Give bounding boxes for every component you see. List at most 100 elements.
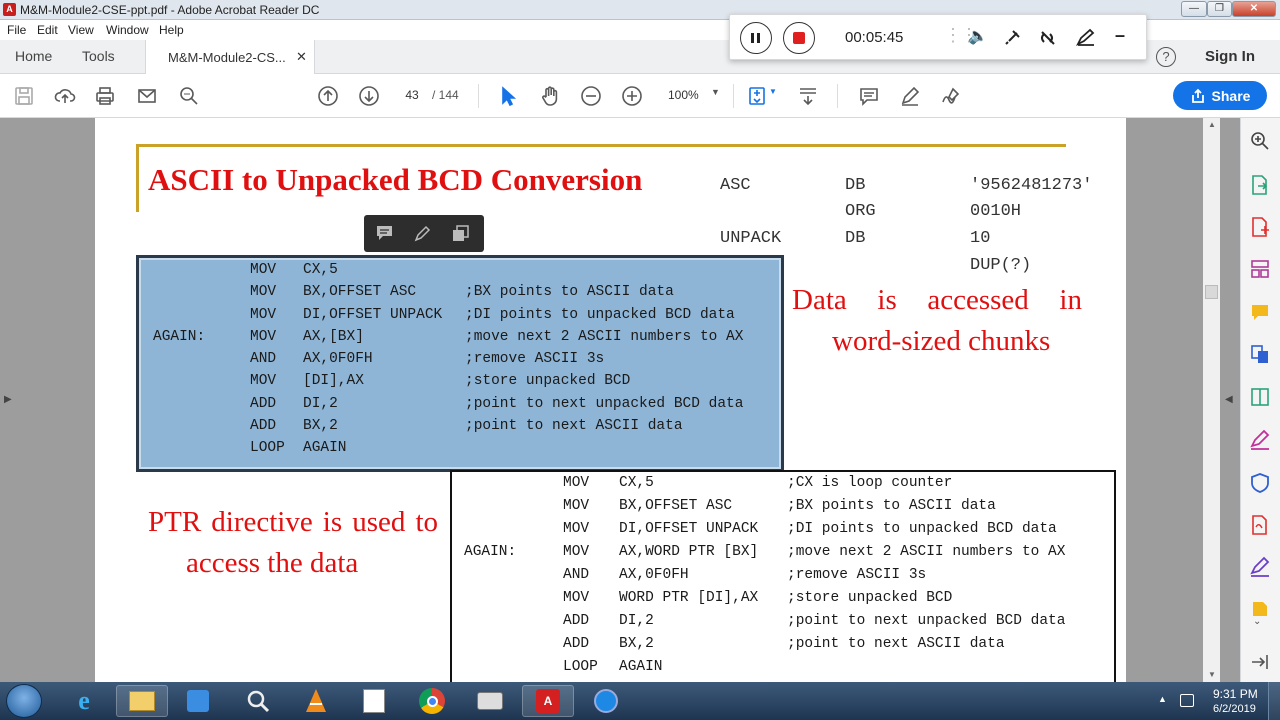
highlight-pen-icon[interactable]: [898, 84, 922, 108]
maximize-button[interactable]: ❐: [1207, 1, 1232, 17]
menu-window[interactable]: Window: [106, 23, 149, 37]
taskbar-media-player-icon[interactable]: [172, 685, 224, 717]
compress-icon[interactable]: [1249, 386, 1271, 408]
stop-button[interactable]: [783, 22, 815, 54]
taskbar-file-explorer-icon[interactable]: [116, 685, 168, 717]
tab-document[interactable]: M&M-Module2-CS... ✕: [145, 40, 315, 74]
protect-shield-icon[interactable]: [1249, 472, 1271, 494]
code-arg: AGAIN: [303, 440, 347, 457]
code-op: MOV: [250, 306, 277, 323]
scroll-mode-icon[interactable]: [796, 84, 820, 108]
page-total: / 144: [432, 88, 459, 102]
help-icon[interactable]: ?: [1156, 47, 1176, 67]
chevron-down-icon[interactable]: ▼: [711, 87, 720, 97]
menu-file[interactable]: File: [7, 23, 26, 37]
page-up-icon[interactable]: [316, 84, 340, 108]
code-arg: BX,OFFSET ASC: [619, 498, 733, 514]
code-op: LOOP: [563, 659, 598, 675]
menu-help[interactable]: Help: [159, 23, 184, 37]
code-op: MOV: [250, 262, 277, 278]
zoom-in-icon[interactable]: [620, 84, 644, 108]
scroll-up-arrow-icon[interactable]: ▲: [1208, 120, 1216, 129]
comment-icon[interactable]: [857, 84, 881, 108]
highlight-pen-icon[interactable]: [414, 225, 432, 242]
code-op: MOV: [250, 328, 277, 345]
code-arg: [DI],AX: [303, 373, 364, 390]
taskbar-chrome-icon[interactable]: [406, 685, 458, 717]
email-icon[interactable]: [135, 84, 159, 108]
pdf-file-icon[interactable]: [1249, 514, 1271, 536]
taskbar-internet-explorer-icon[interactable]: e: [58, 685, 110, 717]
code-op: ADD: [250, 418, 277, 435]
taskbar-window-icon[interactable]: [464, 685, 516, 717]
close-tab-icon[interactable]: ✕: [296, 49, 307, 65]
print-icon[interactable]: [93, 84, 117, 108]
tray-expand-icon[interactable]: ▲: [1158, 694, 1167, 704]
code-comment: ;BX points to ASCII data: [787, 498, 996, 514]
microphone-icon[interactable]: [1004, 28, 1022, 46]
taskbar-document-icon[interactable]: [348, 685, 400, 717]
organize-pages-icon[interactable]: [1249, 258, 1271, 280]
tab-home[interactable]: Home: [15, 48, 52, 64]
decl-directive: DB: [845, 229, 866, 248]
vertical-scrollbar[interactable]: ▲ ▼: [1203, 118, 1220, 682]
close-button[interactable]: ✕: [1232, 1, 1276, 17]
fill-sign-icon[interactable]: [1249, 429, 1271, 451]
menu-view[interactable]: View: [68, 23, 94, 37]
scroll-thumb[interactable]: [1205, 285, 1218, 299]
taskbar-vlc-icon[interactable]: [290, 685, 342, 717]
start-button-icon[interactable]: [6, 684, 42, 718]
collapse-panel-icon[interactable]: [1249, 651, 1271, 673]
chevron-down-icon[interactable]: ▼: [769, 87, 777, 96]
speaker-muted-icon[interactable]: 🔈: [968, 26, 988, 46]
edit-sign-icon[interactable]: [1249, 556, 1271, 578]
webcam-off-icon[interactable]: [1038, 28, 1060, 46]
copy-icon[interactable]: [452, 225, 470, 242]
network-icon[interactable]: [1180, 694, 1194, 707]
clock-date[interactable]: 6/2/2019: [1213, 703, 1256, 715]
pause-button[interactable]: [740, 22, 772, 54]
hand-tool-icon[interactable]: [538, 84, 562, 108]
share-button[interactable]: Share: [1173, 81, 1267, 110]
upload-cloud-icon[interactable]: [53, 84, 77, 108]
combine-files-icon[interactable]: [1249, 343, 1271, 365]
left-panel-toggle-icon[interactable]: ▶: [4, 394, 12, 405]
save-icon[interactable]: [12, 84, 36, 108]
fit-page-icon[interactable]: [746, 84, 770, 108]
taskbar-acrobat-icon[interactable]: A: [522, 685, 574, 717]
taskbar-recorder-icon[interactable]: [580, 685, 632, 717]
page-down-icon[interactable]: [357, 84, 381, 108]
decl-value: 0010H: [970, 202, 1022, 221]
minimize-recorder-icon[interactable]: –: [1115, 25, 1125, 46]
clock-time[interactable]: 9:31 PM: [1213, 687, 1258, 701]
scroll-down-arrow-icon[interactable]: ▼: [1208, 670, 1216, 679]
title-rule-vertical: [136, 144, 139, 212]
code-arg: DI,OFFSET UNPACK: [619, 521, 759, 537]
tab-tools[interactable]: Tools: [82, 48, 115, 64]
sign-in-link[interactable]: Sign In: [1205, 48, 1255, 65]
code-comment: ;store unpacked BCD: [787, 590, 953, 606]
create-pdf-icon[interactable]: [1249, 216, 1271, 238]
taskbar-search-icon[interactable]: [232, 685, 284, 717]
page-number-input[interactable]: 43: [400, 88, 424, 102]
export-pdf-icon[interactable]: [1249, 174, 1271, 196]
comment-tool-icon[interactable]: [1249, 301, 1271, 323]
minimize-button[interactable]: —: [1181, 1, 1207, 17]
comment-icon[interactable]: [376, 225, 394, 242]
code-arg: BX,2: [303, 418, 338, 435]
code-arg: BX,OFFSET ASC: [303, 284, 417, 301]
draw-pen-icon[interactable]: [1076, 28, 1098, 46]
search-zoom-icon[interactable]: [1249, 130, 1271, 152]
select-cursor-icon[interactable]: [496, 84, 520, 108]
panel-chevron-down-icon[interactable]: ⌄: [1253, 616, 1261, 627]
code-comment: ;BX points to ASCII data: [465, 284, 674, 301]
code-arg: WORD PTR [DI],AX: [619, 590, 759, 606]
search-icon[interactable]: [177, 84, 201, 108]
show-desktop-button[interactable]: [1268, 682, 1280, 720]
code-comment: ;CX is loop counter: [787, 475, 953, 491]
right-panel-toggle-icon[interactable]: ◀: [1225, 394, 1233, 405]
zoom-level-select[interactable]: 100%: [668, 88, 699, 102]
sign-icon[interactable]: [939, 84, 963, 108]
zoom-out-icon[interactable]: [579, 84, 603, 108]
menu-edit[interactable]: Edit: [37, 23, 58, 37]
